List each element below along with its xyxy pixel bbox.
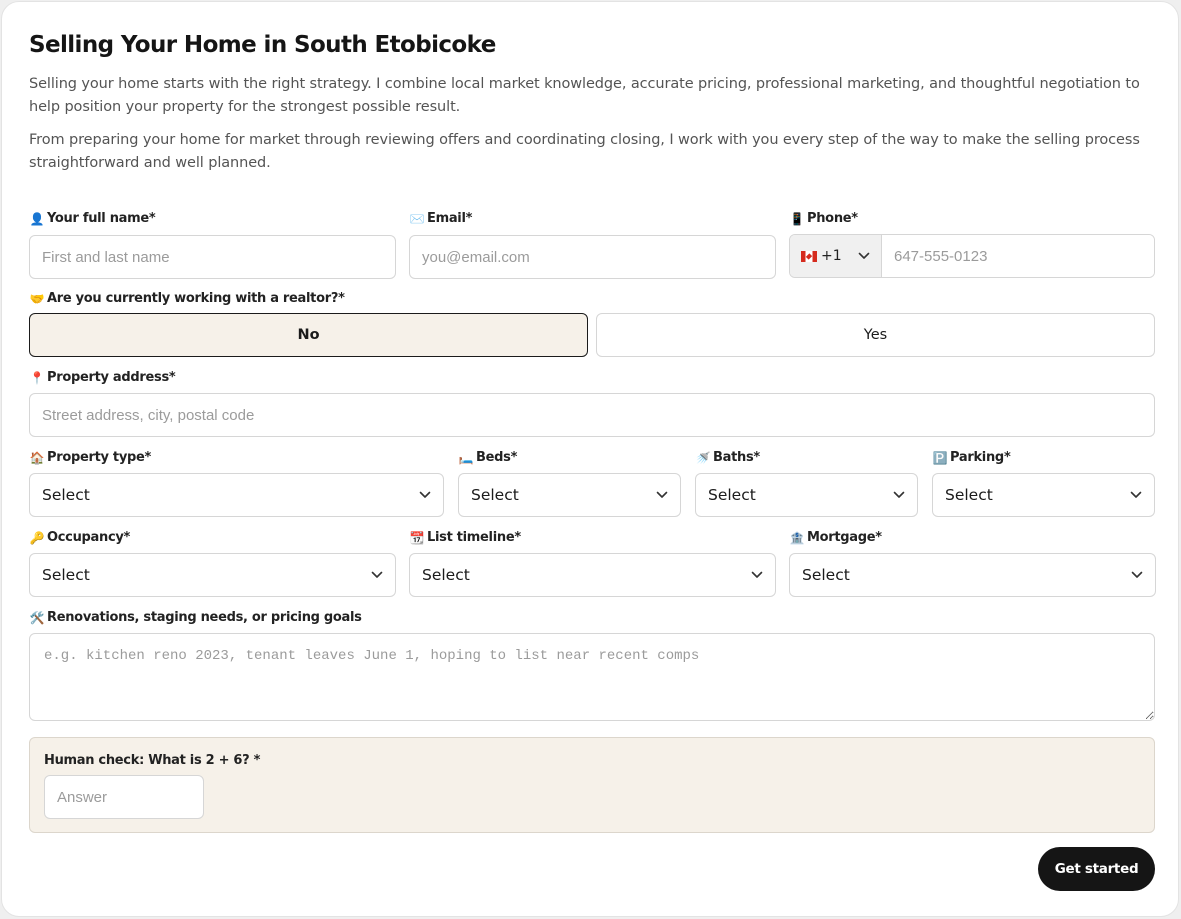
human-check-answer-input[interactable] (44, 775, 204, 819)
house-icon: 🏠 (29, 450, 45, 465)
occupancy-select[interactable]: Select (29, 553, 396, 597)
beds-label: 🛏️ Beds * (458, 450, 518, 465)
list-timeline-label: 📆 List timeline * (409, 530, 521, 545)
parking-label: 🅿️ Parking * (932, 450, 1011, 465)
baths-label: 🚿 Baths * (695, 450, 760, 465)
chevron-down-icon (858, 252, 870, 259)
full-name-label: 👤 Your full name * (29, 211, 156, 226)
tools-icon: 🛠️ (29, 610, 45, 625)
get-started-button[interactable]: Get started (1038, 847, 1155, 891)
page-title: Selling Your Home in South Etobicoke (29, 32, 496, 58)
human-check-label: Human check: What is 2 + 6? * (44, 753, 261, 768)
realtor-yes-button[interactable]: Yes (596, 313, 1155, 357)
phone-field: +1 (789, 234, 1155, 278)
intro-paragraph-1: Selling your home starts with the right … (29, 76, 1140, 115)
chevron-down-icon (751, 571, 763, 578)
country-code-value: +1 (821, 248, 842, 264)
chevron-down-icon (371, 571, 383, 578)
human-check-panel: Human check: What is 2 + 6? * (29, 737, 1155, 833)
baths-select[interactable]: Select (695, 473, 918, 517)
shower-icon: 🚿 (695, 450, 711, 465)
address-input[interactable] (29, 393, 1155, 437)
parking-select[interactable]: Select (932, 473, 1155, 517)
intro-paragraph-2: From preparing your home for market thro… (29, 132, 1140, 171)
pin-icon: 📍 (29, 370, 45, 385)
key-icon: 🔑 (29, 530, 45, 545)
email-input[interactable] (409, 235, 776, 279)
phone-input[interactable] (882, 235, 1154, 277)
notes-textarea[interactable] (29, 633, 1155, 721)
mortgage-label: 🏦 Mortgage * (789, 530, 882, 545)
beds-select[interactable]: Select (458, 473, 681, 517)
handshake-icon: 🤝 (29, 291, 45, 306)
mobile-phone-icon: 📱 (789, 211, 805, 226)
country-code-select[interactable]: +1 (790, 235, 882, 277)
mortgage-select[interactable]: Select (789, 553, 1156, 597)
bed-icon: 🛏️ (458, 450, 474, 465)
form-card: Selling Your Home in South Etobicoke Sel… (1, 1, 1179, 917)
parking-icon: 🅿️ (932, 450, 948, 465)
calendar-icon: 📆 (409, 530, 425, 545)
chevron-down-icon (419, 491, 431, 498)
property-type-label: 🏠 Property type * (29, 450, 152, 465)
phone-label: 📱 Phone * (789, 211, 858, 226)
notes-label: 🛠️ Renovations, staging needs, or pricin… (29, 610, 362, 625)
list-timeline-select[interactable]: Select (409, 553, 776, 597)
chevron-down-icon (1130, 491, 1142, 498)
occupancy-label: 🔑 Occupancy * (29, 530, 131, 545)
canada-flag-icon (801, 250, 817, 262)
realtor-label: 🤝 Are you currently working with a realt… (29, 291, 345, 306)
bank-icon: 🏦 (789, 530, 805, 545)
email-label: ✉️ Email * (409, 211, 473, 226)
address-label: 📍 Property address * (29, 370, 176, 385)
full-name-input[interactable] (29, 235, 396, 279)
envelope-icon: ✉️ (409, 211, 425, 226)
chevron-down-icon (893, 491, 905, 498)
person-icon: 👤 (29, 211, 45, 226)
property-type-select[interactable]: Select (29, 473, 444, 517)
realtor-no-button[interactable]: No (29, 313, 588, 357)
chevron-down-icon (656, 491, 668, 498)
chevron-down-icon (1131, 571, 1143, 578)
